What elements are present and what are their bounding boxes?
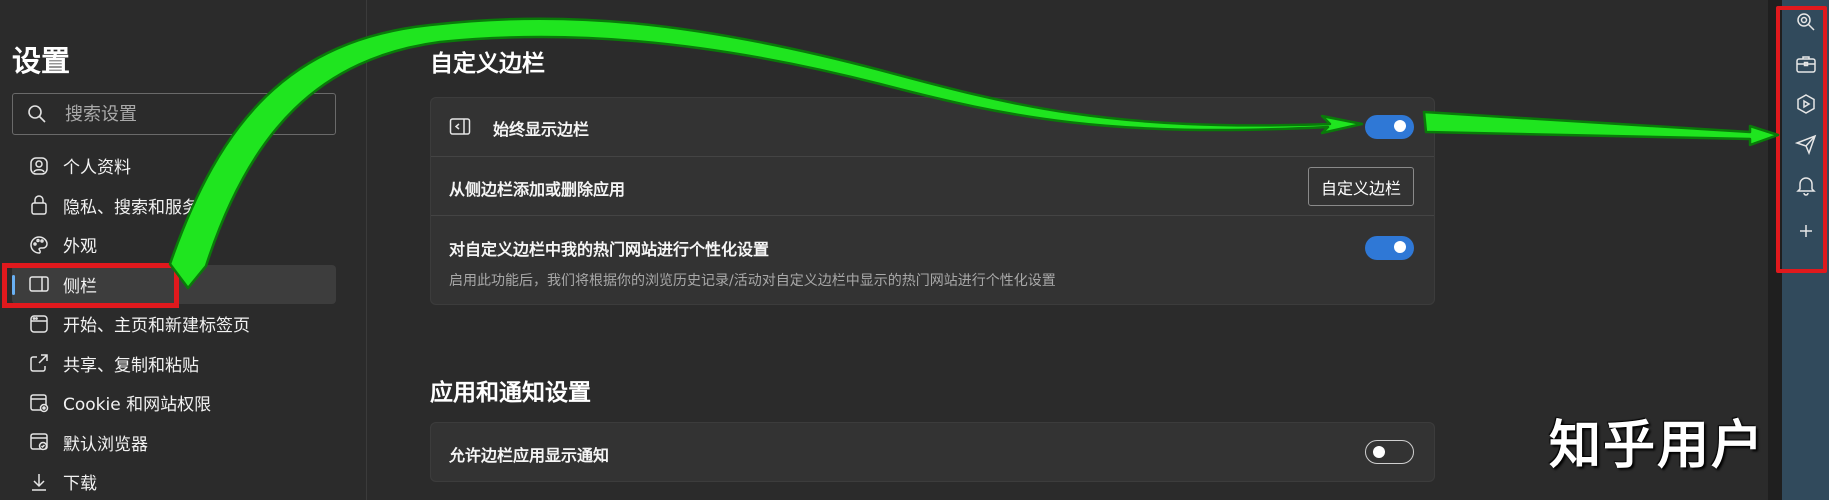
browser-icon: [28, 431, 50, 453]
nav-item-downloads[interactable]: 下载: [12, 462, 336, 500]
row-add-remove-apps: 从侧边栏添加或删除应用 自定义边栏: [431, 157, 1434, 216]
straight-arrow: [1422, 110, 1780, 147]
toggle-knob: [1394, 120, 1406, 132]
cookie-icon: [28, 392, 50, 414]
search-box[interactable]: [12, 93, 336, 135]
nav-highlight-box: [2, 263, 179, 308]
watermark-text: 知乎用户: [1549, 416, 1766, 476]
nav-list: 个人资料 隐私、搜索和服务 外观 侧栏 开始、主页和新建标签页 共享、复制和粘贴…: [12, 146, 336, 500]
nav-item-share[interactable]: 共享、复制和粘贴: [12, 344, 336, 384]
profile-icon: [28, 155, 50, 177]
section-title-app-notifications: 应用和通知设置: [430, 380, 591, 406]
nav-item-default-browser[interactable]: 默认浏览器: [12, 423, 336, 463]
nav-item-label: 默认浏览器: [63, 434, 148, 455]
settings-title: 设置: [12, 44, 71, 78]
nav-item-label: 共享、复制和粘贴: [63, 355, 199, 376]
customize-sidebar-button[interactable]: 自定义边栏: [1307, 167, 1414, 206]
palette-icon: [28, 234, 50, 256]
row-label: 对自定义边栏中我的热门网站进行个性化设置: [449, 240, 770, 259]
lock-icon: [28, 194, 50, 216]
search-input[interactable]: [65, 102, 325, 126]
nav-item-label: 下载: [63, 474, 97, 495]
nav-item-appearance[interactable]: 外观: [12, 225, 336, 265]
allow-notifications-toggle[interactable]: [1365, 440, 1414, 464]
always-show-sidebar-toggle[interactable]: [1365, 115, 1414, 139]
nav-item-privacy[interactable]: 隐私、搜索和服务: [12, 186, 336, 226]
nav-item-label: 个人资料: [63, 158, 131, 179]
toggle-knob: [1394, 241, 1406, 253]
row-always-show-sidebar: 始终显示边栏: [431, 98, 1434, 157]
share-icon: [28, 352, 50, 374]
row-personalize-top-sites: 对自定义边栏中我的热门网站进行个性化设置 启用此功能后，我们将根据你的浏览历史记…: [431, 216, 1434, 304]
personalize-top-sites-toggle[interactable]: [1365, 236, 1414, 260]
nav-item-label: 开始、主页和新建标签页: [63, 316, 250, 337]
row-label: 从侧边栏添加或删除应用: [449, 180, 626, 199]
sidebar-highlight-box: [1776, 6, 1827, 273]
sidebar-toggle-icon: [449, 117, 471, 137]
home-icon: [28, 313, 50, 335]
app-notifications-card: 允许边栏应用显示通知: [430, 422, 1435, 482]
nav-item-start-home[interactable]: 开始、主页和新建标签页: [12, 304, 336, 344]
section-title-customize-sidebar: 自定义边栏: [430, 51, 545, 77]
nav-item-profile[interactable]: 个人资料: [12, 146, 336, 186]
toggle-knob: [1373, 446, 1385, 458]
nav-item-label: 外观: [63, 237, 97, 258]
row-description: 启用此功能后，我们将根据你的浏览历史记录/活动对自定义边栏中显示的热门网站进行个…: [449, 273, 1056, 289]
download-icon: [28, 471, 50, 493]
row-label: 始终显示边栏: [493, 120, 590, 139]
row-label: 允许边栏应用显示通知: [449, 446, 610, 465]
search-icon: [27, 104, 47, 124]
nav-item-cookie[interactable]: Cookie 和网站权限: [12, 383, 336, 423]
nav-item-label: Cookie 和网站权限: [63, 395, 212, 416]
customize-sidebar-card: 始终显示边栏 从侧边栏添加或删除应用 自定义边栏 对自定义边栏中我的热门网站进行…: [430, 97, 1435, 305]
settings-nav: 设置 个人资料 隐私、搜索和服务 外观: [0, 0, 367, 500]
nav-item-label: 隐私、搜索和服务: [63, 197, 199, 218]
row-allow-notifications: 允许边栏应用显示通知: [431, 423, 1434, 481]
